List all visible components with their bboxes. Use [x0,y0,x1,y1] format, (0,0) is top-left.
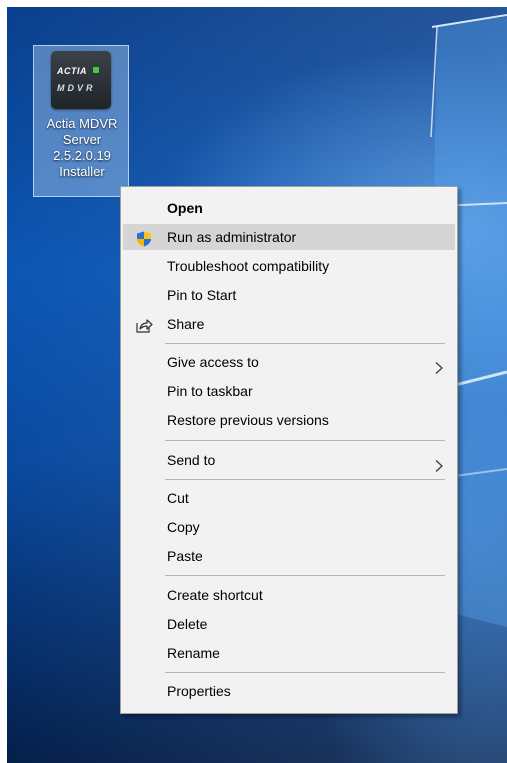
chevron-right-icon [435,356,443,374]
menu-item-open[interactable]: Open [123,195,455,221]
menu-item-give-access-to-label: Give access to [167,354,259,370]
menu-item-pin-to-taskbar[interactable]: Pin to taskbar [123,378,455,404]
menu-item-run-as-administrator[interactable]: Run as administrator [123,224,455,250]
menu-item-restore-previous-versions-label: Restore previous versions [167,412,329,428]
menu-separator [165,479,445,480]
menu-item-pin-to-start-label: Pin to Start [167,287,237,303]
menu-item-delete[interactable]: Delete [123,611,455,637]
menu-item-create-shortcut-label: Create shortcut [167,587,263,603]
menu-item-troubleshoot-compatibility[interactable]: Troubleshoot compatibility [123,253,455,279]
menu-item-cut[interactable]: Cut [123,485,455,511]
desktop-icon-label: Actia MDVR Server 2.5.2.0.19 Installer [34,116,130,180]
app-icon-sub-text: MDVR [57,83,96,93]
menu-item-run-as-administrator-label: Run as administrator [167,229,297,245]
menu-item-copy[interactable]: Copy [123,514,455,540]
desktop-icon-label-line-3: 2.5.2.0.19 [53,148,111,163]
menu-item-cut-label: Cut [167,490,189,506]
uac-shield-icon [135,229,153,247]
menu-item-delete-label: Delete [167,616,208,632]
menu-item-share[interactable]: Share [123,311,455,337]
menu-item-rename-label: Rename [167,645,220,661]
share-icon [135,316,153,333]
chevron-right-icon [435,454,443,472]
menu-item-properties-label: Properties [167,683,231,699]
app-icon-brand-dot [93,67,99,73]
menu-item-restore-previous-versions[interactable]: Restore previous versions [123,407,455,433]
context-menu: Open Run as administrator Troubleshoot c… [120,186,458,714]
menu-separator [165,575,445,576]
menu-item-share-label: Share [167,316,205,332]
desktop-icon-label-line-2: Server [62,132,102,147]
menu-item-troubleshoot-label: Troubleshoot compatibility [167,258,330,274]
menu-separator [165,343,445,344]
menu-item-pin-to-taskbar-label: Pin to taskbar [167,383,253,399]
menu-item-send-to[interactable]: Send to [123,447,455,473]
menu-item-give-access-to[interactable]: Give access to [123,349,455,375]
menu-item-paste[interactable]: Paste [123,543,455,569]
menu-item-create-shortcut[interactable]: Create shortcut [123,582,455,608]
desktop-icon-actia-mdvr-installer[interactable]: ACTIA MDVR Actia MDVR Server 2.5.2.0.19 … [33,45,129,197]
menu-item-copy-label: Copy [167,519,200,535]
menu-separator [165,672,445,673]
menu-item-rename[interactable]: Rename [123,640,455,666]
app-icon-brand-text: ACTIA [57,66,87,76]
desktop-icon-label-line-4: Installer [59,164,105,179]
menu-separator [165,440,445,441]
menu-item-paste-label: Paste [167,548,203,564]
menu-item-pin-to-start[interactable]: Pin to Start [123,282,455,308]
desktop-icon-label-line-1: Actia MDVR [46,116,118,131]
actia-mdvr-app-icon: ACTIA MDVR [51,51,111,109]
menu-item-open-label: Open [167,200,203,216]
menu-item-send-to-label: Send to [167,452,216,468]
menu-item-properties[interactable]: Properties [123,678,455,704]
